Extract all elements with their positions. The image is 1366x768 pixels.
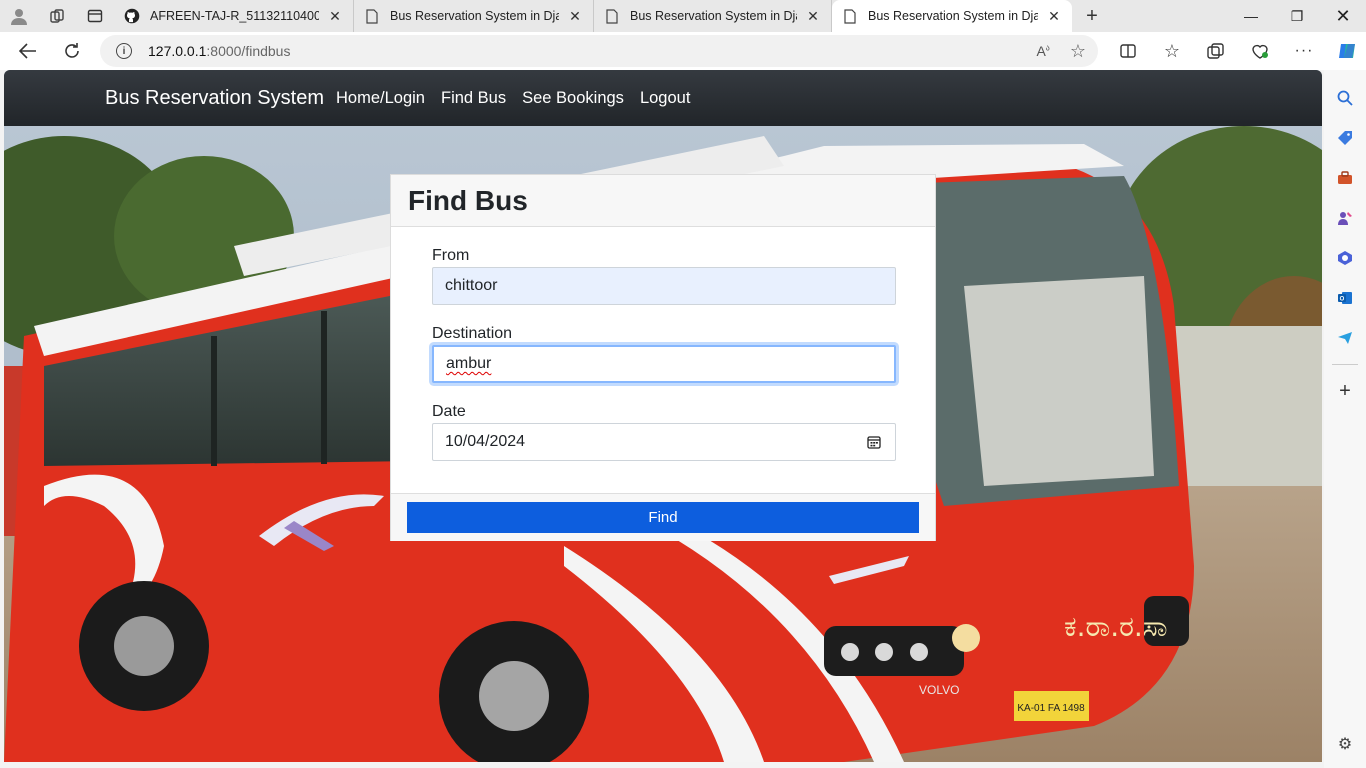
new-tab-button[interactable]: +: [1072, 5, 1112, 28]
browser-tab-bus-active[interactable]: Bus Reservation System in Djang ✕: [832, 0, 1072, 32]
close-tab-icon[interactable]: ✕: [805, 8, 821, 25]
page-icon: [364, 8, 380, 24]
svg-text:KA-01 FA 1498: KA-01 FA 1498: [1017, 703, 1085, 714]
url-path: :8000/findbus: [206, 43, 291, 59]
search-icon[interactable]: [1324, 78, 1366, 118]
address-bar-row: i 127.0.0.1:8000/findbus Aა ☆ ☆ ···: [0, 32, 1366, 70]
site-navbar: Bus Reservation System Home/Login Find B…: [4, 70, 1322, 126]
svg-text:O: O: [1340, 297, 1345, 303]
profile-icon[interactable]: [0, 0, 38, 32]
sidebar-divider: [1332, 364, 1358, 365]
browser-tab-github[interactable]: AFREEN-TAJ-R_511321104003_N ✕: [114, 0, 354, 32]
from-label: From: [432, 247, 470, 264]
browser-tab-bus-2[interactable]: Bus Reservation System in Djang ✕: [594, 0, 832, 32]
close-tab-icon[interactable]: ✕: [1046, 8, 1062, 25]
url-host: 127.0.0.1: [148, 43, 207, 59]
browser-toolbar: ☆ ···: [1106, 32, 1366, 70]
close-tab-icon[interactable]: ✕: [567, 8, 583, 25]
collections-icon[interactable]: [1194, 32, 1238, 70]
workspaces-icon[interactable]: [38, 0, 76, 32]
tab-title: Bus Reservation System in Djang: [390, 9, 559, 23]
card-title: Find Bus: [391, 175, 935, 227]
page-icon: [604, 8, 620, 24]
url-field[interactable]: i 127.0.0.1:8000/findbus Aა ☆: [100, 35, 1098, 67]
favorite-star-icon[interactable]: ☆: [1070, 41, 1086, 62]
read-aloud-icon[interactable]: Aა: [1036, 43, 1049, 59]
calendar-icon[interactable]: [867, 435, 881, 449]
page-icon: [842, 8, 858, 24]
shopping-tag-icon[interactable]: [1324, 118, 1366, 158]
svg-text:ಕ.ರಾ.ರ.ಸಾ: ಕ.ರಾ.ರ.ಸಾ: [1064, 610, 1168, 643]
destination-label: Destination: [432, 325, 513, 342]
favorites-icon[interactable]: ☆: [1150, 32, 1194, 70]
outlook-icon[interactable]: O: [1324, 278, 1366, 318]
date-input-value: 10/04/2024: [445, 433, 526, 450]
nav-link-home-login[interactable]: Home/Login: [336, 89, 425, 108]
refresh-icon[interactable]: [50, 32, 94, 70]
tab-actions-icon[interactable]: [76, 0, 114, 32]
nav-link-logout[interactable]: Logout: [640, 89, 690, 108]
find-bus-form: From chittoor Destination ambur Date 10/…: [391, 227, 935, 493]
destination-input[interactable]: ambur: [432, 345, 896, 383]
minimize-icon[interactable]: —: [1228, 0, 1274, 32]
restore-icon[interactable]: ❐: [1274, 0, 1320, 32]
split-screen-icon[interactable]: [1106, 32, 1150, 70]
card-footer: Find: [391, 493, 935, 541]
send-icon[interactable]: [1324, 318, 1366, 358]
github-icon: [124, 8, 140, 24]
add-sidebar-app-icon[interactable]: +: [1324, 371, 1366, 411]
sidebar-settings-icon[interactable]: ⚙: [1324, 726, 1366, 762]
games-icon[interactable]: [1324, 198, 1366, 238]
copilot-icon[interactable]: [1326, 32, 1366, 70]
from-input-value: chittoor: [445, 277, 498, 294]
edge-sidebar: O + ⚙: [1324, 70, 1366, 768]
browser-tab-bus-1[interactable]: Bus Reservation System in Djang ✕: [354, 0, 594, 32]
nav-links: Home/Login Find Bus See Bookings Logout: [336, 70, 706, 126]
tab-title: Bus Reservation System in Djang: [630, 9, 797, 23]
find-button[interactable]: Find: [407, 502, 919, 533]
tab-title: AFREEN-TAJ-R_511321104003_N: [150, 9, 319, 23]
date-label: Date: [432, 403, 466, 420]
find-bus-card: Find Bus From chittoor Destination ambur…: [390, 174, 936, 541]
svg-text:VOLVO: VOLVO: [919, 683, 959, 697]
more-menu-icon[interactable]: ···: [1282, 32, 1326, 70]
site-info-icon[interactable]: i: [116, 43, 132, 59]
browser-tab-strip: AFREEN-TAJ-R_511321104003_N ✕ Bus Reserv…: [0, 0, 1366, 32]
navbar-brand[interactable]: Bus Reservation System: [105, 70, 324, 126]
close-window-icon[interactable]: ✕: [1320, 0, 1366, 32]
microsoft-365-icon[interactable]: [1324, 238, 1366, 278]
window-controls: — ❐ ✕: [1228, 0, 1366, 32]
nav-link-see-bookings[interactable]: See Bookings: [522, 89, 624, 108]
date-input[interactable]: 10/04/2024: [432, 423, 896, 461]
nav-link-find-bus[interactable]: Find Bus: [441, 89, 506, 108]
tools-briefcase-icon[interactable]: [1324, 158, 1366, 198]
destination-input-value: ambur: [446, 355, 492, 372]
back-icon[interactable]: [6, 32, 50, 70]
from-input[interactable]: chittoor: [432, 267, 896, 305]
close-tab-icon[interactable]: ✕: [327, 8, 343, 25]
tab-title: Bus Reservation System in Djang: [868, 9, 1038, 23]
browser-essentials-icon[interactable]: [1238, 32, 1282, 70]
page-viewport: KA-01 FA 1498 ಕ.ರಾ.ರ.ಸಾ VOLVO Bus Reserv…: [4, 70, 1322, 762]
